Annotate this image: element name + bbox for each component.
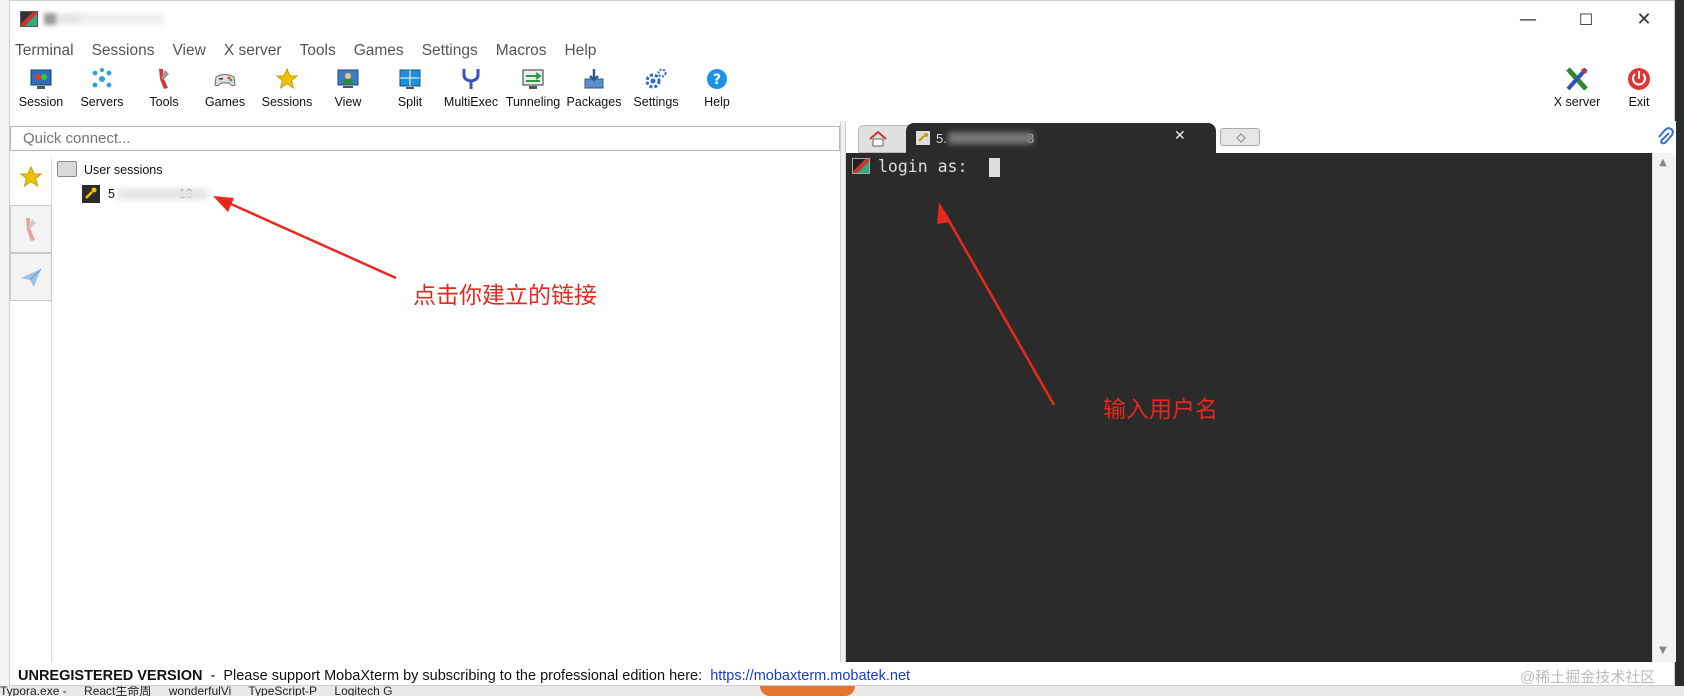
sidebar-tab-sftp[interactable]	[10, 253, 52, 301]
terminal-prompt: login as:	[878, 157, 978, 176]
taskbar-item[interactable]: Logitech G	[334, 686, 392, 696]
games-button[interactable]: Games	[194, 65, 256, 117]
new-tab-button[interactable]	[1220, 128, 1260, 146]
view-icon	[337, 69, 359, 88]
tools-button[interactable]: Tools	[133, 65, 195, 117]
terminal-area[interactable]: login as:	[846, 153, 1652, 662]
power-icon	[1628, 68, 1650, 90]
menu-terminal[interactable]: Terminal	[15, 39, 74, 63]
mobaxterm-link[interactable]: https://mobaxterm.mobatek.net	[710, 668, 910, 684]
sidebar-strip	[10, 157, 52, 662]
taskbar-orange-tab	[760, 686, 855, 696]
sidebar-star-icon[interactable]	[19, 165, 43, 189]
taskbar-strip: Typora.exe - React生命周 wonderfulVi TypeSc…	[0, 686, 1684, 696]
settings-button[interactable]: Settings	[625, 65, 687, 117]
session-icon	[30, 69, 52, 89]
minimize-button[interactable]: —	[1505, 7, 1551, 33]
status-bar: UNREGISTERED VERSION - Please support Moba…	[18, 668, 911, 684]
mobaxterm-window: — ☐ ✕ Terminal Sessions View X server Tools G…	[9, 0, 1676, 686]
taskbar-item[interactable]: TypeScript-P	[248, 686, 317, 696]
annotation-right: 输入用户名	[1103, 397, 1218, 423]
terminal-logo-icon	[852, 158, 870, 174]
view-button[interactable]: View	[317, 65, 379, 117]
support-message: Please support MobaXterm by subscribing …	[223, 668, 703, 684]
session-button[interactable]: Session	[10, 65, 72, 117]
settings-icon	[645, 68, 667, 89]
unregistered-label: UNREGISTERED VERSION	[18, 668, 203, 684]
terminal-tab-bar: 5.8 ✕	[846, 121, 1676, 153]
taskbar-item[interactable]: wonderfulVi	[169, 686, 231, 696]
split-button[interactable]: Split	[379, 65, 441, 117]
multiexec-icon	[462, 69, 480, 89]
multiexec-button[interactable]: MultiExec	[440, 65, 502, 117]
scroll-up-icon[interactable]: ▲	[1659, 157, 1667, 168]
taskbar-item[interactable]: React生命周	[84, 686, 151, 696]
help-icon: ?	[707, 69, 727, 89]
title-bar[interactable]: — ☐ ✕	[10, 1, 1674, 39]
menu-bar: Terminal Sessions View X server Tools Games Se…	[10, 39, 1674, 63]
maximize-button[interactable]: ☐	[1563, 7, 1609, 33]
close-window-button[interactable]: ✕	[1621, 7, 1667, 33]
tools-icon	[26, 218, 36, 241]
tunneling-button[interactable]: Tunneling	[502, 65, 564, 117]
folder-user-icon	[57, 161, 77, 177]
games-icon	[214, 74, 236, 87]
tunneling-icon	[522, 69, 544, 89]
menu-sessions[interactable]: Sessions	[92, 39, 155, 63]
exit-button[interactable]: Exit	[1608, 65, 1670, 117]
xserver-button[interactable]: X server	[1546, 65, 1608, 117]
packages-icon	[584, 69, 604, 89]
sessions-tree: User sessions 513	[55, 157, 840, 662]
redacted-host	[948, 132, 1033, 144]
terminal-cursor	[989, 158, 1000, 177]
menu-settings[interactable]: Settings	[422, 39, 478, 63]
paper-plane-icon	[21, 268, 42, 287]
quick-connect-input[interactable]	[10, 126, 840, 151]
toolbar: Session Servers Tools Games Sessions Vie…	[10, 65, 1674, 117]
terminal-scrollbar[interactable]: ▲ ▼	[1652, 153, 1676, 662]
redacted-host	[118, 188, 208, 200]
ssh-key-icon	[82, 185, 100, 203]
servers-icon	[92, 68, 112, 88]
help-button[interactable]: ? Help	[686, 65, 748, 117]
menu-help[interactable]: Help	[565, 39, 597, 63]
svg-text:?: ?	[713, 72, 721, 88]
menu-games[interactable]: Games	[354, 39, 404, 63]
annotation-left: 点击你建立的链接	[413, 283, 597, 309]
sessions-star-icon	[275, 67, 299, 90]
tools-icon	[159, 69, 169, 89]
paperclip-icon[interactable]	[1656, 127, 1674, 147]
xserver-icon	[1566, 67, 1588, 91]
menu-xserver[interactable]: X server	[224, 39, 282, 63]
menu-tools[interactable]: Tools	[300, 39, 336, 63]
app-logo-icon	[20, 11, 38, 27]
watermark: @稀土掘金技术社区	[1520, 669, 1656, 686]
window-title-blurred	[44, 13, 164, 25]
sidebar-tab-tools[interactable]	[10, 205, 52, 253]
close-tab-icon[interactable]: ✕	[1174, 128, 1186, 144]
packages-button[interactable]: Packages	[563, 65, 625, 117]
scroll-down-icon[interactable]: ▼	[1659, 645, 1667, 656]
menu-macros[interactable]: Macros	[496, 39, 547, 63]
home-icon	[869, 131, 887, 147]
split-icon	[399, 69, 421, 89]
sessions-button[interactable]: Sessions	[256, 65, 318, 117]
desktop-background	[0, 0, 9, 696]
servers-button[interactable]: Servers	[71, 65, 133, 117]
taskbar-item[interactable]: Typora.exe -	[0, 686, 67, 696]
plus-icon	[1236, 133, 1246, 143]
menu-view[interactable]: View	[172, 39, 205, 63]
ssh-key-icon	[916, 131, 930, 145]
terminal-tab-active[interactable]: 5.8 ✕	[906, 123, 1216, 153]
